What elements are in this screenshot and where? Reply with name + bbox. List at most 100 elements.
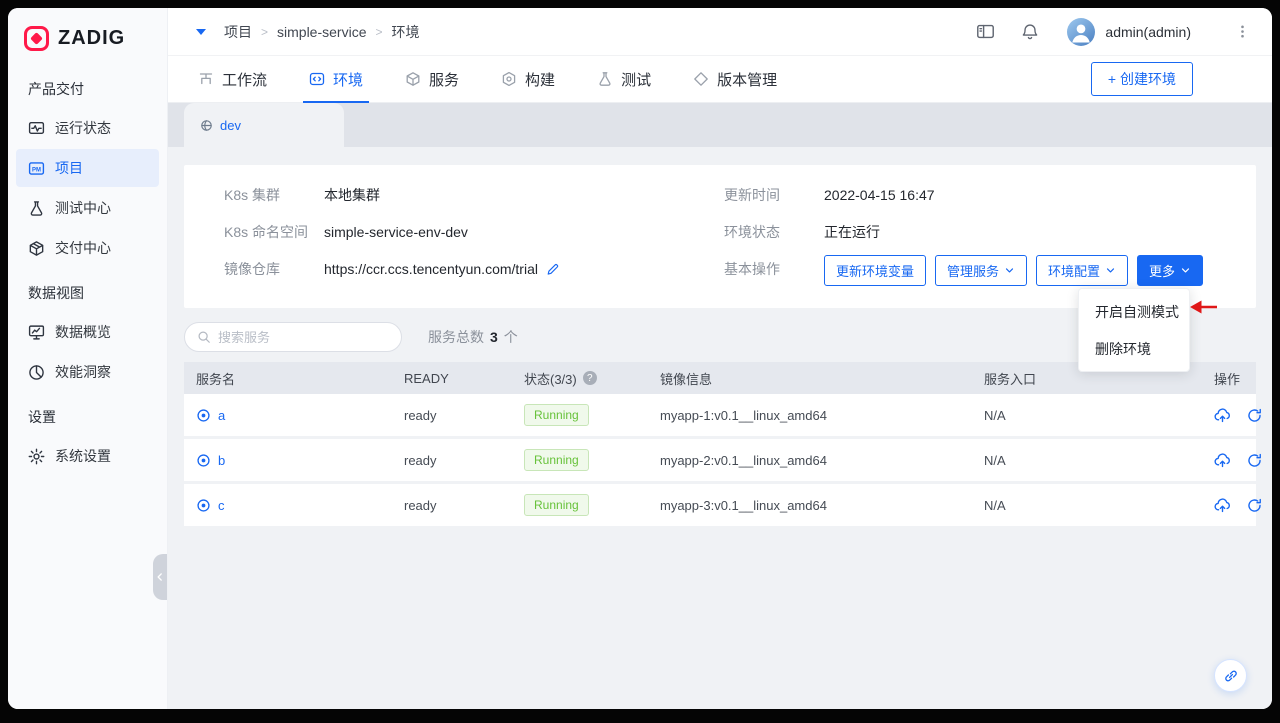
col-operations: 操作 [1214,371,1241,387]
app-window: ZADIG 产品交付 运行状态 PM 项目 测试中心 交付中心 数据视图 数据概… [8,8,1272,709]
row-operations [1214,407,1272,424]
update-time-value: 2022-04-15 16:47 [824,187,935,203]
row-operations [1214,497,1272,514]
search-input[interactable] [218,329,389,345]
sidebar-item-label: 运行状态 [55,120,111,136]
info-right-column: 更新时间 2022-04-15 16:47 环境状态 正在运行 基本操作 更新环… [724,185,1216,286]
chevron-down-icon [1180,265,1191,276]
update-env-vars-button[interactable]: 更新环境变量 [824,255,927,286]
status-cell: Running [524,494,660,516]
service-name: a [218,407,226,423]
content-area: dev K8s 集群 本地集群 K8s 命名空间 simple-service-… [168,103,1272,709]
restart-icon[interactable] [1246,452,1263,469]
breadcrumb-projects[interactable]: 项目 [224,22,252,42]
tab-label: 版本管理 [717,71,778,89]
chevron-left-icon [155,572,165,582]
tab-tests[interactable]: 测试 [597,56,651,102]
sidebar-collapse-handle[interactable] [153,554,167,600]
environment-info-card: K8s 集群 本地集群 K8s 命名空间 simple-service-env-… [184,165,1256,308]
build-box-icon [501,71,517,87]
sidebar-item-projects[interactable]: PM 项目 [16,149,159,187]
breadcrumb-project-name[interactable]: simple-service [277,24,366,40]
env-tab-dev[interactable]: dev [184,103,344,147]
menu-item-enable-self-test-mode[interactable]: 开启自测模式 [1079,293,1189,330]
cloud-update-icon[interactable] [1214,407,1231,424]
col-ready: READY [404,370,449,386]
service-link[interactable]: a [196,408,404,423]
sidebar-item-running-status[interactable]: 运行状态 [16,109,159,147]
zadig-logo-icon [24,26,49,51]
menu-item-delete-environment[interactable]: 删除环境 [1079,330,1189,367]
col-status: 状态(3/3) ? [524,369,660,388]
tab-environments[interactable]: 环境 [303,56,370,103]
cloud-update-icon[interactable] [1214,452,1231,469]
create-environment-button[interactable]: + 创建环境 [1090,62,1193,96]
sidebar-item-label: 项目 [55,160,83,176]
sidebar-item-data-overview[interactable]: 数据概览 [16,313,159,351]
project-switcher-caret-icon[interactable] [196,28,206,35]
search-icon [197,330,211,344]
service-total-unit: 个 [503,329,518,345]
service-link[interactable]: c [196,498,404,513]
top-bar: 项目 > simple-service > 环境 admin(admin) [168,8,1272,56]
username-label[interactable]: admin(admin) [1105,24,1191,40]
service-name: b [218,452,226,468]
environment-tabstrip: dev [168,103,1272,147]
status-badge: Running [524,449,589,471]
share-link-button[interactable] [1214,659,1247,692]
cloud-update-icon[interactable] [1214,497,1231,514]
more-button[interactable]: 更多 [1137,255,1204,286]
service-total: 服务总数 3 个 [428,327,518,347]
gear-icon [28,448,45,465]
table-row: b ready Running myapp-2:v0.1__linux_amd6… [184,439,1261,481]
kebab-menu-icon[interactable] [1235,24,1250,39]
update-time-label: 更新时间 [724,187,780,203]
service-name: c [218,497,225,513]
service-icon [196,453,211,468]
env-tab-label: dev [220,117,241,133]
sidebar-item-label: 交付中心 [55,240,111,256]
tab-version-management[interactable]: 版本管理 [693,56,777,102]
service-total-label: 服务总数 [428,329,484,345]
manage-services-button[interactable]: 管理服务 [935,255,1028,286]
sidebar-item-label: 数据概览 [55,324,111,340]
zadig-logo[interactable]: ZADIG [8,8,167,65]
avatar[interactable] [1067,17,1096,46]
package-icon [28,240,45,257]
flask-icon [597,71,613,87]
status-badge: Running [524,494,589,516]
restart-icon[interactable] [1246,407,1263,424]
row-operations [1214,452,1272,469]
tab-builds[interactable]: 构建 [501,56,555,102]
image-value: myapp-2:v0.1__linux_amd64 [660,452,827,468]
tab-workflows[interactable]: 工作流 [198,56,267,102]
help-icon[interactable]: ? [582,371,597,385]
tab-label: 构建 [525,71,556,89]
sidebar-item-test-center[interactable]: 测试中心 [16,189,159,227]
ready-value: ready [404,407,437,423]
bell-icon[interactable] [1021,23,1039,41]
docs-panel-icon[interactable] [976,22,995,41]
registry-label: 镜像仓库 [224,261,280,277]
service-link[interactable]: b [196,453,404,468]
image-value: myapp-3:v0.1__linux_amd64 [660,497,827,513]
service-icon [196,498,211,513]
sidebar-item-delivery-center[interactable]: 交付中心 [16,229,159,267]
zadig-logo-text: ZADIG [58,27,126,49]
breadcrumb-separator: > [261,24,269,39]
sidebar-item-system-settings[interactable]: 系统设置 [16,437,159,475]
entry-value: N/A [984,497,1006,513]
edit-pencil-icon[interactable] [546,262,560,276]
sidebar-item-insight[interactable]: 效能洞察 [16,353,159,391]
sidebar-item-label: 测试中心 [55,200,111,216]
ready-value: ready [404,497,437,513]
restart-icon[interactable] [1246,497,1263,514]
table-row: c ready Running myapp-3:v0.1__linux_amd6… [184,484,1261,526]
entry-value: N/A [984,452,1006,468]
status-badge: Running [524,404,589,426]
env-config-button[interactable]: 环境配置 [1036,255,1129,286]
chevron-down-icon [1105,265,1116,276]
pie-chart-icon [28,364,45,381]
tab-services[interactable]: 服务 [405,56,459,102]
status-cell: Running [524,449,660,471]
